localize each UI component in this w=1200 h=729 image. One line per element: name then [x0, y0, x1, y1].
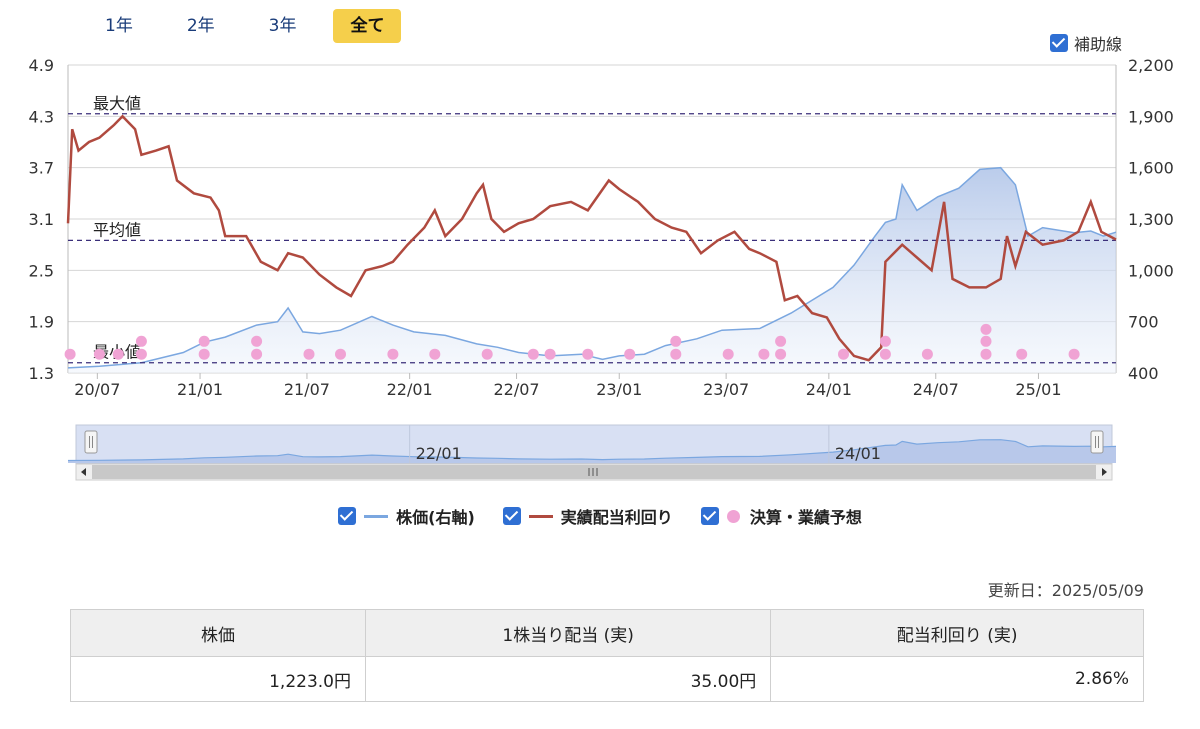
navigator-handle-right[interactable] — [1090, 430, 1104, 454]
y-left-tick-label: 4.3 — [29, 107, 54, 126]
guide-lines-label: 補助線 — [1073, 35, 1122, 54]
legend-stock-price[interactable]: 株価(右軸) — [338, 504, 475, 528]
earnings-event-dot — [198, 348, 210, 360]
y-right-tick-label: 1,300 — [1128, 210, 1174, 229]
value-dividend-per-share: 35.00円 — [364, 656, 772, 702]
earnings-event-dot — [980, 335, 992, 347]
header-dividend-per-share: 1株当り配当 (実) — [364, 609, 772, 657]
range-tab-3y[interactable]: 3年 — [252, 9, 314, 43]
earnings-event-dot — [198, 335, 210, 347]
earnings-event-dot — [544, 348, 556, 360]
x-tick-label: 25/01 — [1015, 380, 1061, 399]
summary-table: 株価 1株当り配当 (実) 配当利回り (実) 1,223.0円 35.00円 … — [70, 609, 1144, 702]
x-tick-label: 23/07 — [703, 380, 749, 399]
earnings-event-dot — [624, 348, 636, 360]
checkbox-icon[interactable] — [700, 507, 719, 525]
chart-legend: 株価(右軸) 実績配当利回り 決算・業績予想 — [0, 504, 1200, 528]
earnings-event-dot — [758, 348, 770, 360]
earnings-event-dot — [64, 348, 76, 360]
range-tab-1y[interactable]: 1年 — [88, 9, 150, 43]
x-tick-label: 24/07 — [913, 380, 959, 399]
y-left-tick-label: 4.9 — [29, 56, 54, 75]
earnings-event-dot — [527, 348, 539, 360]
earnings-event-dot — [429, 348, 441, 360]
dividend-yield-chart: 4.9 2,200 4.3 1,900 3.7 1,600 3.1 1,300 2.5 1,000… — [29, 56, 1174, 481]
earnings-event-dot — [980, 323, 992, 335]
y-right-tick-label: 1,900 — [1128, 107, 1174, 126]
x-tick-label: 22/07 — [493, 380, 539, 399]
earnings-event-dot — [722, 348, 734, 360]
earnings-event-dot — [670, 335, 682, 347]
legend-earnings-events[interactable]: 決算・業績予想 — [700, 504, 862, 528]
earnings-event-dot — [303, 348, 315, 360]
stock-price-swatch — [364, 514, 389, 518]
dividend-yield-swatch — [528, 514, 553, 518]
y-right-tick-label: 400 — [1128, 364, 1159, 383]
range-tab-all[interactable]: 全て — [333, 9, 402, 43]
x-tick-label: 21/01 — [177, 380, 223, 399]
x-tick-label: 24/01 — [806, 380, 852, 399]
earnings-event-dot — [775, 348, 787, 360]
range-tabs: 1年 2年 3年 全て — [88, 9, 402, 43]
y-right-tick-label: 700 — [1128, 313, 1159, 332]
earnings-event-dot — [879, 348, 891, 360]
y-left-tick-label: 2.5 — [29, 261, 54, 280]
header-dividend-yield: 配当利回り (実) — [770, 609, 1144, 657]
y-left-tick-label: 1.9 — [29, 313, 54, 332]
x-tick-label: 21/07 — [284, 380, 330, 399]
guide-lines-toggle[interactable]: 補助線 — [1049, 31, 1122, 55]
y-right-tick-label: 1,000 — [1128, 261, 1174, 280]
legend-dividend-yield-label: 実績配当利回り — [560, 508, 673, 527]
earnings-event-dot — [775, 335, 787, 347]
navigator-label: 24/01 — [835, 444, 881, 463]
earnings-event-dot — [1068, 348, 1080, 360]
x-tick-label: 22/01 — [387, 380, 433, 399]
x-tick-label: 23/01 — [596, 380, 642, 399]
earnings-event-dot — [135, 335, 147, 347]
reference-line-label: 最大値 — [93, 94, 141, 113]
navigator-handle-left[interactable] — [84, 430, 98, 454]
earnings-event-dot — [879, 335, 891, 347]
earnings-event-dot — [387, 348, 399, 360]
earnings-event-dot — [838, 348, 849, 360]
y-left-tick-label: 3.7 — [29, 159, 54, 178]
x-tick-label: 20/07 — [74, 380, 120, 399]
earnings-event-swatch — [726, 509, 740, 523]
earnings-event-dot — [1016, 348, 1028, 360]
y-right-tick-label: 2,200 — [1128, 56, 1174, 75]
checkbox-icon[interactable] — [502, 507, 521, 525]
earnings-event-dot — [112, 348, 124, 360]
navigator-label: 22/01 — [416, 444, 462, 463]
summary-value-row: 1,223.0円 35.00円 2.86% — [70, 656, 1144, 702]
earnings-event-dot — [335, 348, 346, 360]
earnings-event-dot — [93, 348, 105, 360]
earnings-event-dot — [980, 348, 992, 360]
updated-date: 更新日：2025/05/09 — [987, 581, 1144, 600]
earnings-event-dot — [481, 348, 493, 360]
range-tab-2y[interactable]: 2年 — [170, 9, 232, 43]
checkbox-icon[interactable] — [338, 507, 357, 525]
earnings-event-dot — [135, 348, 147, 360]
y-left-tick-label: 1.3 — [29, 364, 54, 383]
earnings-event-dot — [921, 348, 933, 360]
earnings-event-dot — [670, 348, 682, 360]
earnings-event-dot — [251, 348, 263, 360]
legend-dividend-yield[interactable]: 実績配当利回り — [502, 504, 673, 528]
header-stock-price: 株価 — [70, 609, 366, 657]
reference-line-label: 平均値 — [93, 220, 141, 239]
y-right-tick-label: 1,600 — [1128, 159, 1174, 178]
earnings-event-dot — [582, 348, 594, 360]
legend-stock-price-label: 株価(右軸) — [396, 508, 475, 527]
summary-header-row: 株価 1株当り配当 (実) 配当利回り (実) — [70, 609, 1144, 657]
value-stock-price: 1,223.0円 — [70, 656, 366, 702]
checkbox-icon[interactable] — [1049, 34, 1068, 52]
legend-earnings-events-label: 決算・業績予想 — [749, 508, 862, 527]
earnings-event-dot — [251, 335, 263, 347]
y-left-tick-label: 3.1 — [29, 210, 54, 229]
value-dividend-yield: 2.86% — [770, 656, 1144, 702]
scrollbar-thumb — [92, 465, 1096, 479]
